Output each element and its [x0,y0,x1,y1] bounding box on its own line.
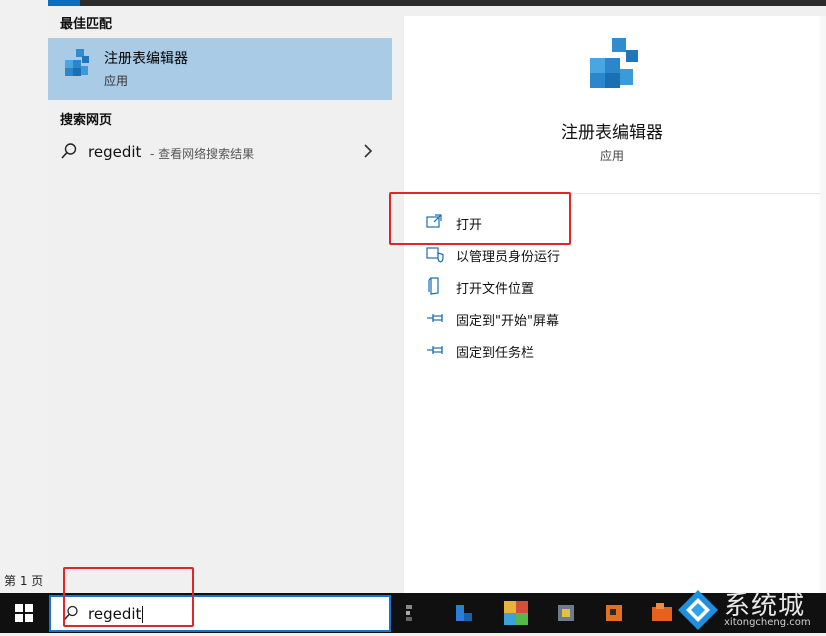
detail-app-title: 注册表编辑器 [561,123,663,143]
annotation-box-search [63,567,194,627]
watermark-logo-icon [674,586,722,632]
search-icon [60,142,78,160]
taskbar-app-icon[interactable] [452,601,476,625]
file-location-icon [425,277,445,295]
pin-icon [425,309,445,327]
page-indicator: 第 1 页 [4,574,44,588]
best-match-header: 最佳匹配 [60,17,113,32]
web-search-header: 搜索网页 [60,113,113,128]
best-match-title: 注册表编辑器 [104,51,188,67]
registry-editor-large-icon [586,36,644,94]
shield-icon [425,245,445,263]
action-pin-to-start-label: 固定到"开始"屏幕 [456,314,559,329]
document-margin [0,0,49,593]
detail-scroll-area [820,16,826,593]
watermark-url: xitongcheng.com [724,617,811,628]
registry-editor-icon [62,48,92,80]
action-run-as-admin-label: 以管理员身份运行 [456,250,561,265]
taskbar-app-icon[interactable] [650,601,674,625]
action-pin-to-taskbar-label: 固定到任务栏 [456,346,535,361]
start-button[interactable] [0,593,48,633]
best-match-result[interactable] [48,38,392,100]
pin-icon [425,341,445,359]
taskbar-app-icon[interactable] [554,601,578,625]
best-match-subtitle: 应用 [104,74,129,88]
action-pin-to-start[interactable]: 固定到"开始"屏幕 [425,305,805,331]
action-open-file-location[interactable]: 打开文件位置 [425,273,805,299]
taskbar-app-icon[interactable] [404,601,428,625]
windows-logo-icon [15,604,33,622]
detail-app-type: 应用 [599,149,624,163]
web-search-description: - 查看网络搜索结果 [150,147,255,161]
taskbar-app-icon[interactable] [604,601,628,625]
action-open-file-location-label: 打开文件位置 [456,282,535,297]
chevron-right-icon[interactable] [362,143,374,159]
annotation-box-open [389,192,571,245]
taskbar-app-icon[interactable] [504,601,528,625]
action-pin-to-taskbar[interactable]: 固定到任务栏 [425,337,805,363]
web-search-query: regedit [88,143,142,161]
